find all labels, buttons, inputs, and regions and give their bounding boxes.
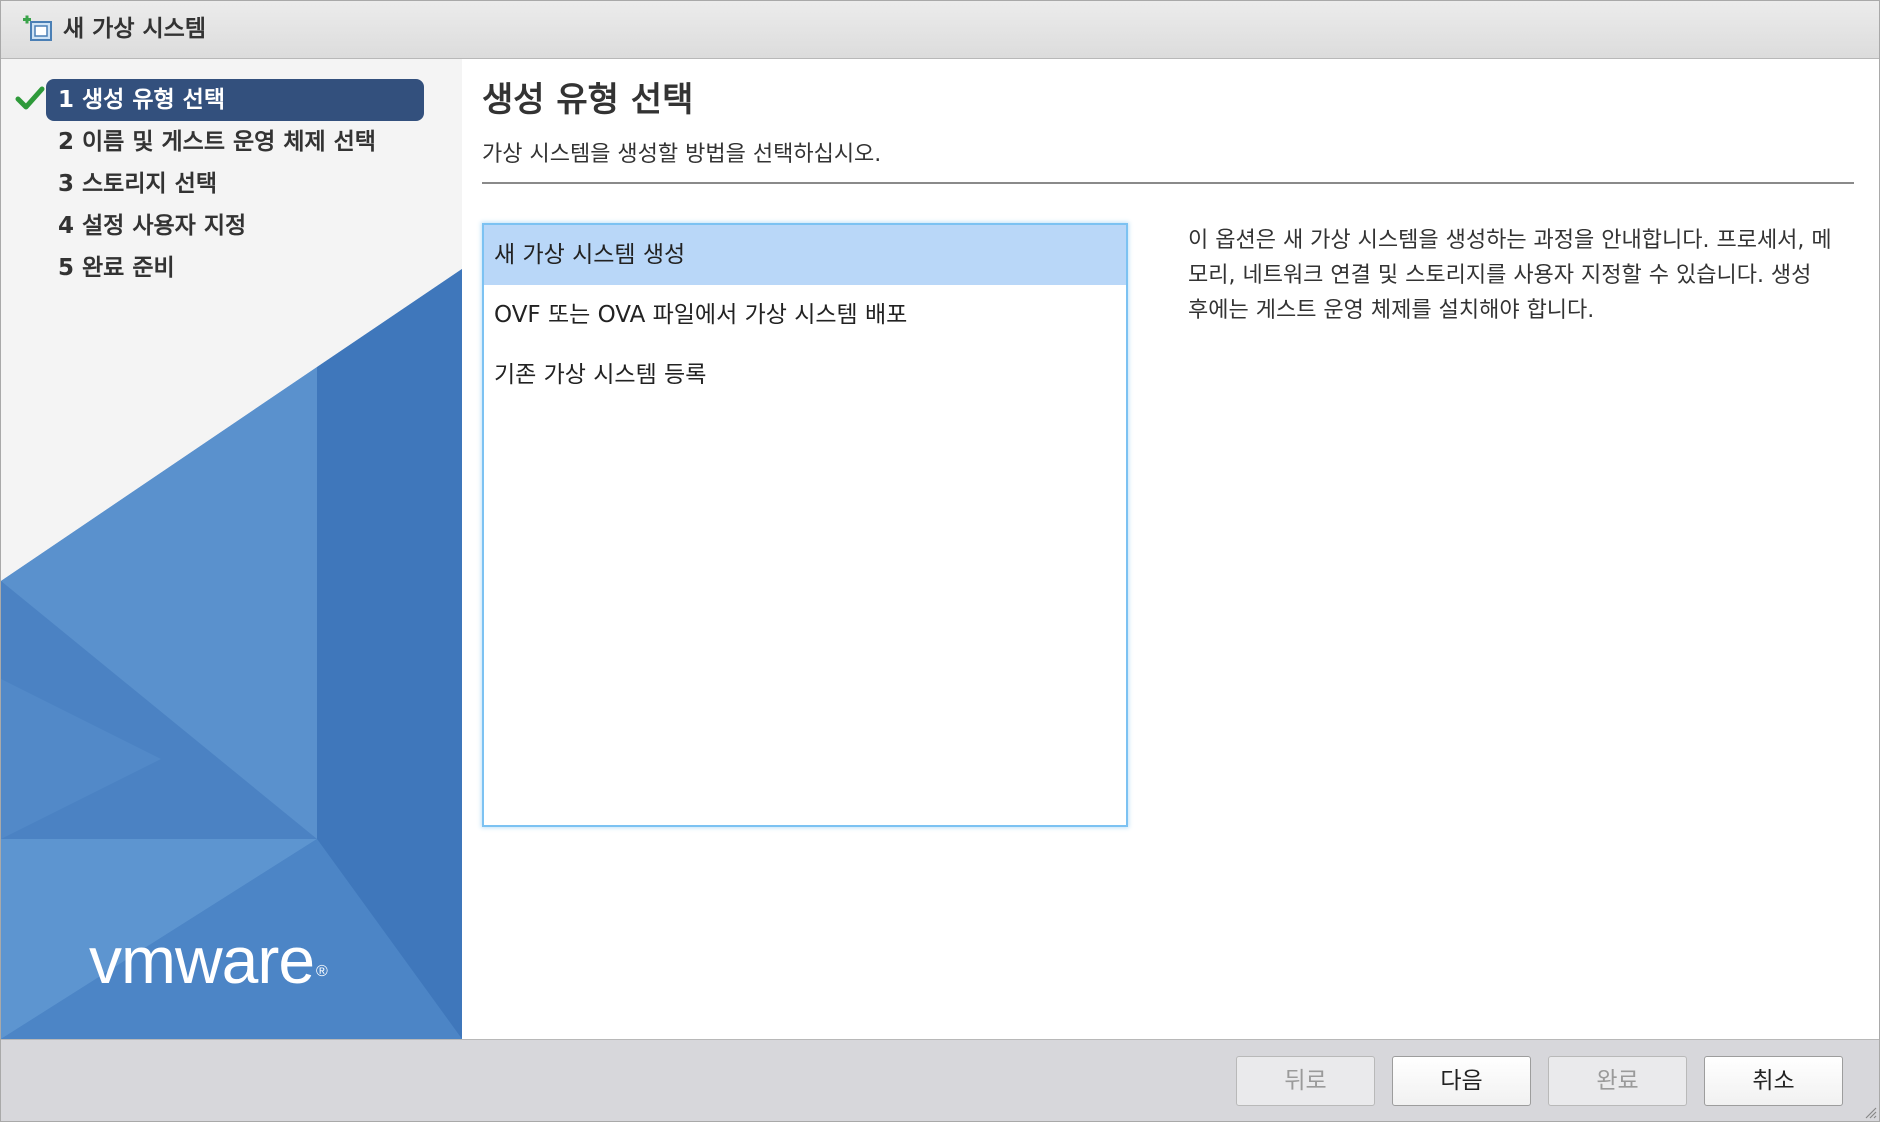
window-title: 새 가상 시스템 bbox=[63, 16, 206, 42]
new-vm-wizard-dialog: 새 가상 시스템 1 생성 유형 선택 2 이름 및 게스트 운영 체제 선택 bbox=[0, 0, 1880, 1122]
wizard-steps: 1 생성 유형 선택 2 이름 및 게스트 운영 체제 선택 3 스토리지 선택… bbox=[1, 79, 462, 289]
wizard-step-sidebar: 1 생성 유형 선택 2 이름 및 게스트 운영 체제 선택 3 스토리지 선택… bbox=[1, 59, 462, 1039]
step-name-and-guest-os[interactable]: 2 이름 및 게스트 운영 체제 선택 bbox=[1, 121, 462, 163]
cancel-button[interactable]: 취소 bbox=[1704, 1056, 1843, 1106]
option-register-existing-vm[interactable]: 기존 가상 시스템 등록 bbox=[484, 345, 1126, 405]
finish-button[interactable]: 완료 bbox=[1548, 1056, 1687, 1106]
title-bar[interactable]: 새 가상 시스템 bbox=[1, 1, 1879, 59]
step-select-storage[interactable]: 3 스토리지 선택 bbox=[1, 163, 462, 205]
resize-grip-icon[interactable] bbox=[1863, 1105, 1877, 1119]
step-select-creation-type[interactable]: 1 생성 유형 선택 bbox=[1, 79, 462, 121]
vmware-logo: vmware ® bbox=[89, 923, 328, 997]
page-subtitle: 가상 시스템을 생성할 방법을 선택하십시오. bbox=[482, 142, 882, 167]
step-label: 1 생성 유형 선택 bbox=[58, 87, 225, 113]
checkmark-icon bbox=[15, 86, 45, 110]
wizard-content: 생성 유형 선택 가상 시스템을 생성할 방법을 선택하십시오. 새 가상 시스… bbox=[462, 59, 1879, 1039]
wizard-footer: 뒤로 다음 완료 취소 bbox=[1, 1039, 1879, 1121]
step-ready-to-complete[interactable]: 5 완료 준비 bbox=[1, 247, 462, 289]
step-customize-settings[interactable]: 4 설정 사용자 지정 bbox=[1, 205, 462, 247]
step-label: 4 설정 사용자 지정 bbox=[58, 213, 247, 239]
creation-type-list[interactable]: 새 가상 시스템 생성 OVF 또는 OVA 파일에서 가상 시스템 배포 기존… bbox=[482, 223, 1128, 827]
option-description: 이 옵션은 새 가상 시스템을 생성하는 과정을 안내합니다. 프로세서, 메모… bbox=[1188, 228, 1832, 323]
step-label: 3 스토리지 선택 bbox=[58, 171, 217, 197]
page-title: 생성 유형 선택 bbox=[482, 80, 694, 120]
new-vm-icon bbox=[23, 15, 52, 41]
back-button[interactable]: 뒤로 bbox=[1236, 1056, 1375, 1106]
header-divider bbox=[482, 182, 1854, 184]
next-button[interactable]: 다음 bbox=[1392, 1056, 1531, 1106]
option-create-new-vm[interactable]: 새 가상 시스템 생성 bbox=[484, 225, 1126, 285]
step-label: 2 이름 및 게스트 운영 체제 선택 bbox=[58, 129, 376, 155]
step-label: 5 완료 준비 bbox=[58, 255, 175, 281]
option-deploy-from-ovf-ova[interactable]: OVF 또는 OVA 파일에서 가상 시스템 배포 bbox=[484, 285, 1126, 345]
